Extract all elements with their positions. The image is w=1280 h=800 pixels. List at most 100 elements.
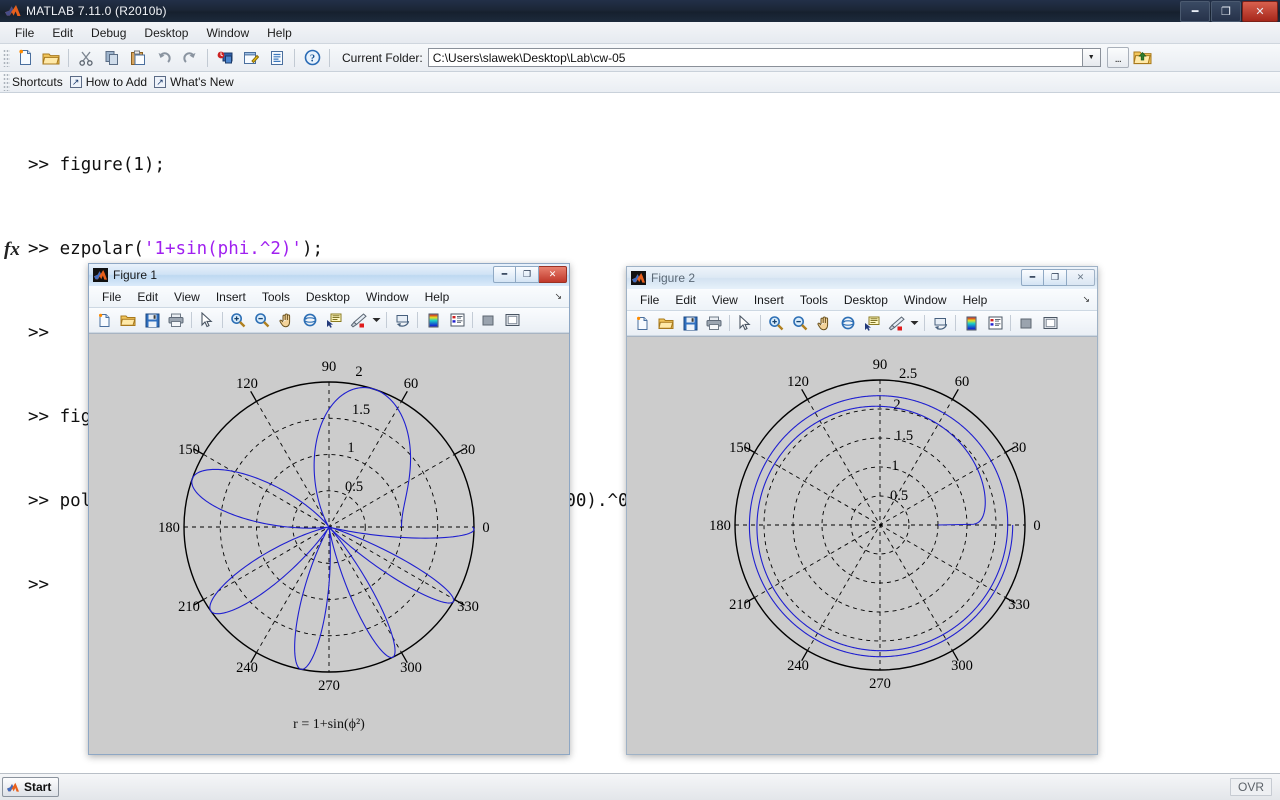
minimize-button[interactable]: ━	[1180, 1, 1210, 22]
guide-icon[interactable]	[239, 46, 263, 69]
menu-debug[interactable]: Debug	[82, 24, 135, 42]
figure-menu-help[interactable]: Help	[955, 291, 996, 309]
figure-menu-window[interactable]: Window	[896, 291, 955, 309]
figure-menu-edit[interactable]: Edit	[667, 291, 704, 309]
menu-overflow-icon[interactable]: ↘	[554, 291, 562, 302]
copy-icon[interactable]	[100, 46, 124, 69]
menu-edit[interactable]: Edit	[43, 24, 82, 42]
minimize-button[interactable]: ━	[493, 266, 516, 283]
figure-2-window[interactable]: Figure 2 ━ ❐ ✕ File Edit View Insert Too…	[626, 266, 1098, 755]
new-file-icon[interactable]	[13, 46, 37, 69]
close-button[interactable]: ✕	[539, 266, 567, 283]
show-plot-tools-icon[interactable]	[501, 310, 523, 331]
browse-button[interactable]: ...	[1106, 47, 1129, 68]
zoom-out-icon[interactable]	[251, 310, 273, 331]
legend-icon[interactable]	[984, 313, 1006, 334]
pan-icon[interactable]	[275, 310, 297, 331]
shortcut-whats-new[interactable]: What's New	[170, 75, 234, 89]
pan-icon[interactable]	[813, 313, 835, 334]
rotate3d-icon[interactable]	[837, 313, 859, 334]
brush-icon[interactable]	[347, 310, 369, 331]
link-plot-icon[interactable]	[391, 310, 413, 331]
hide-plot-tools-icon[interactable]	[1015, 313, 1037, 334]
figure-menu-window[interactable]: Window	[358, 288, 417, 306]
print-icon[interactable]	[165, 310, 187, 331]
simulink-icon[interactable]	[213, 46, 237, 69]
shortcut-how-to-add[interactable]: How to Add	[86, 75, 147, 89]
chevron-down-icon[interactable]: ▼	[1082, 48, 1101, 67]
up-folder-icon[interactable]	[1132, 47, 1154, 68]
show-plot-tools-icon[interactable]	[1039, 313, 1061, 334]
save-figure-icon[interactable]	[679, 313, 701, 334]
menu-file[interactable]: File	[6, 24, 43, 42]
menu-desktop[interactable]: Desktop	[135, 24, 197, 42]
undo-icon[interactable]	[152, 46, 176, 69]
figure-menu-file[interactable]: File	[94, 288, 129, 306]
start-button[interactable]: Start	[2, 777, 60, 797]
legend-icon[interactable]	[446, 310, 468, 331]
theta-label-180: 180	[709, 518, 731, 534]
current-folder-input[interactable]: C:\Users\slawek\Desktop\Lab\cw-05	[427, 48, 1083, 67]
figure-menu-insert[interactable]: Insert	[208, 288, 254, 306]
figure-1-window[interactable]: Figure 1 ━ ❐ ✕ File Edit View Insert Too…	[88, 263, 570, 755]
figure-menu-view[interactable]: View	[704, 291, 746, 309]
figure-menu-desktop[interactable]: Desktop	[836, 291, 896, 309]
pointer-icon[interactable]	[734, 313, 756, 334]
new-figure-icon[interactable]	[631, 313, 653, 334]
close-button[interactable]: ✕	[1242, 1, 1278, 22]
brush-dropdown-icon[interactable]	[371, 310, 382, 331]
profiler-icon[interactable]	[265, 46, 289, 69]
function-browser-icon[interactable]: fx	[4, 239, 20, 261]
data-cursor-icon[interactable]	[323, 310, 345, 331]
figure-menu-view[interactable]: View	[166, 288, 208, 306]
restore-button[interactable]: ❐	[1211, 1, 1241, 22]
colorbar-icon[interactable]	[960, 313, 982, 334]
figure-2-titlebar[interactable]: Figure 2 ━ ❐ ✕	[627, 267, 1097, 289]
redo-icon[interactable]	[178, 46, 202, 69]
brush-dropdown-icon[interactable]	[909, 313, 920, 334]
new-figure-icon[interactable]	[93, 310, 115, 331]
menu-help[interactable]: Help	[258, 24, 301, 42]
figure-1-titlebar[interactable]: Figure 1 ━ ❐ ✕	[89, 264, 569, 286]
figure-menu-tools[interactable]: Tools	[792, 291, 836, 309]
shortcuts-label[interactable]: Shortcuts	[12, 75, 63, 89]
toolbar-grip[interactable]	[3, 48, 10, 67]
print-icon[interactable]	[703, 313, 725, 334]
hide-plot-tools-icon[interactable]	[477, 310, 499, 331]
pointer-icon[interactable]	[196, 310, 218, 331]
menu-overflow-icon[interactable]: ↘	[1082, 294, 1090, 305]
figure-menu-edit[interactable]: Edit	[129, 288, 166, 306]
zoom-in-icon[interactable]	[765, 313, 787, 334]
figure-1-canvas[interactable]: 0 30 60 90 120 150 180 210 240 270 300 3…	[89, 333, 569, 754]
paste-icon[interactable]	[126, 46, 150, 69]
cut-icon[interactable]	[74, 46, 98, 69]
colorbar-icon[interactable]	[422, 310, 444, 331]
figure-2-canvas[interactable]: 0 30 60 90 120 150 180 210 240 270 300 3…	[627, 336, 1097, 754]
toolbar-separator-3	[294, 48, 295, 67]
menu-window[interactable]: Window	[197, 24, 258, 42]
figure-menu-help[interactable]: Help	[417, 288, 458, 306]
zoom-in-icon[interactable]	[227, 310, 249, 331]
help-icon[interactable]: ?	[300, 46, 324, 69]
figure-menu-tools[interactable]: Tools	[254, 288, 298, 306]
r-label-2: 2	[893, 397, 900, 413]
shortcuts-grip[interactable]	[3, 73, 10, 91]
data-cursor-icon[interactable]	[861, 313, 883, 334]
open-figure-icon[interactable]	[655, 313, 677, 334]
figure-menu-insert[interactable]: Insert	[746, 291, 792, 309]
minimize-button[interactable]: ━	[1021, 269, 1044, 286]
rotate3d-icon[interactable]	[299, 310, 321, 331]
open-figure-icon[interactable]	[117, 310, 139, 331]
maximize-button[interactable]: ❐	[1044, 269, 1067, 286]
open-folder-icon[interactable]	[39, 46, 63, 69]
link-plot-icon[interactable]	[929, 313, 951, 334]
close-button[interactable]: ✕	[1067, 269, 1095, 286]
figure-menu-desktop[interactable]: Desktop	[298, 288, 358, 306]
main-toolbar: ? Current Folder: C:\Users\slawek\Deskto…	[0, 44, 1280, 72]
brush-icon[interactable]	[885, 313, 907, 334]
zoom-out-icon[interactable]	[789, 313, 811, 334]
figure-menu-file[interactable]: File	[632, 291, 667, 309]
theta-tick-labels-1: 0 30 60 90 120 150 180 210 240 270 300 3…	[158, 359, 490, 694]
maximize-button[interactable]: ❐	[516, 266, 539, 283]
save-figure-icon[interactable]	[141, 310, 163, 331]
